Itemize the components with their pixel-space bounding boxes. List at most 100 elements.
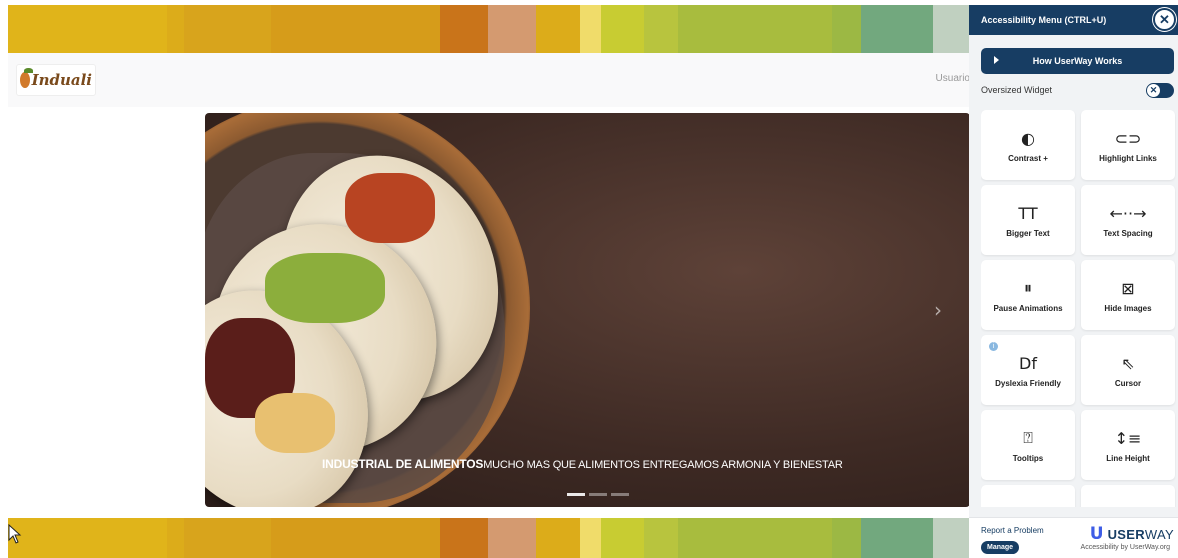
tile-pause-animations[interactable]: ⏸ Pause Animations — [981, 260, 1075, 330]
tile-hide-images[interactable]: ⊠ Hide Images — [1081, 260, 1175, 330]
pause-icon: ⏸ — [1023, 278, 1032, 297]
tile-label: Contrast + — [1008, 154, 1048, 163]
saturation-icon: ▲ — [1122, 507, 1134, 508]
tile-text-spacing[interactable]: ←··→ Text Spacing — [1081, 185, 1175, 255]
slider-next-icon[interactable]: › — [934, 298, 942, 322]
brand-light: WAY — [1144, 526, 1174, 542]
user-link[interactable]: Usuario — [936, 73, 970, 84]
stripe-segment — [579, 518, 601, 558]
hero-caption: INDUSTRIAL DE ALIMENTOSMUCHO MAS QUE ALI… — [322, 457, 843, 471]
stripe-segment — [439, 5, 489, 53]
dyslexia-icon: Df — [1019, 353, 1037, 373]
slider-dot[interactable] — [611, 493, 629, 496]
tile-label: Text Spacing — [1103, 229, 1153, 238]
stripe-segment — [644, 5, 678, 53]
stripe-segment — [536, 5, 580, 53]
stripe-segment — [861, 518, 934, 558]
play-icon — [994, 56, 999, 64]
stripe-segment — [832, 518, 862, 558]
stripe-segment — [184, 5, 272, 53]
stripe-segment — [861, 5, 934, 53]
stripe-segment — [644, 518, 678, 558]
manage-button[interactable]: Manage — [981, 541, 1020, 554]
link-icon: ⊂⊃ — [1114, 128, 1142, 148]
stripe-segment — [167, 518, 185, 558]
fruit-logo-icon — [20, 68, 33, 88]
stripe-segment — [832, 5, 862, 53]
tile-contrast[interactable]: ◐ Contrast + — [981, 110, 1075, 180]
tile-label: Line Height — [1106, 454, 1150, 463]
feature-grid: ◐ Contrast + ⊂⊃ Highlight Links TT Bigger Tex… — [981, 110, 1176, 507]
stripe-segment — [271, 518, 440, 558]
stripe-segment — [488, 5, 537, 53]
userway-brand: USERWAY — [1108, 527, 1174, 542]
mouse-cursor-icon — [8, 524, 22, 544]
stripe-segment — [579, 5, 601, 53]
caption-text: MUCHO MAS QUE ALIMENTOS ENTREGAMOS ARMON… — [483, 459, 843, 471]
hero-slider: › INDUSTRIAL DE ALIMENTOSMUCHO MAS QUE A… — [205, 113, 970, 507]
tile-label: Bigger Text — [1006, 229, 1050, 238]
brand-bold: USER — [1107, 526, 1145, 542]
slider-dot[interactable] — [589, 493, 607, 496]
info-icon[interactable]: i — [989, 342, 998, 351]
caption-title: INDUSTRIAL DE ALIMENTOS — [322, 457, 484, 471]
slider-dots — [567, 493, 629, 496]
tile-dyslexia-friendly[interactable]: i Df Dyslexia Friendly — [981, 335, 1075, 405]
how-button-label: How UserWay Works — [1032, 56, 1123, 66]
contrast-icon: ◐ — [1021, 128, 1035, 148]
site-header: Induali Usuario — [8, 53, 970, 107]
stripe-segment — [439, 518, 489, 558]
toggle-off-icon: ✕ — [1147, 83, 1160, 97]
filling-image — [255, 393, 335, 453]
report-problem-link[interactable]: Report a Problem — [981, 526, 1044, 535]
logo-text: Induali — [31, 71, 92, 89]
userway-tagline: Accessibility by UserWay.org — [1080, 544, 1170, 551]
stripe-segment — [167, 5, 185, 53]
userway-logo[interactable]: U USERWAY — [1090, 524, 1174, 544]
tile-cursor[interactable]: ⇖ Cursor — [1081, 335, 1175, 405]
oversized-widget-label: Oversized Widget — [981, 85, 1053, 95]
close-icon[interactable]: ✕ — [1153, 8, 1176, 31]
tile-label: Highlight Links — [1099, 154, 1157, 163]
stripe-segment — [8, 518, 168, 558]
slider-dot[interactable] — [567, 493, 585, 496]
stripe-segment — [600, 5, 645, 53]
text-spacing-icon: ←··→ — [1109, 203, 1147, 223]
stripe-segment — [271, 5, 440, 53]
how-userway-works-button[interactable]: How UserWay Works — [981, 48, 1174, 74]
stripe-segment — [488, 518, 537, 558]
tile-label: Tooltips — [1012, 454, 1044, 463]
tile-label: Dyslexia Friendly — [995, 379, 1061, 388]
stripe-segment — [677, 5, 833, 53]
oversized-widget-row: Oversized Widget ✕ — [969, 82, 1178, 98]
tile-label: Pause Animations — [993, 304, 1063, 313]
tooltip-icon: ⍰ — [1023, 428, 1033, 447]
stripe-segment — [600, 518, 645, 558]
line-height-icon: ↕≡ — [1114, 428, 1142, 448]
accessibility-panel: Accessibility Menu (CTRL+U) ✕ How UserWa… — [969, 5, 1178, 558]
panel-footer: Report a Problem Manage U USERWAY Access… — [969, 517, 1178, 558]
site-logo[interactable]: Induali — [16, 64, 96, 96]
tile-saturation[interactable]: ▲ — [1081, 485, 1175, 507]
panel-header: Accessibility Menu (CTRL+U) ✕ — [969, 5, 1178, 35]
tile-line-height[interactable]: ↕≡ Line Height — [1081, 410, 1175, 480]
oversized-widget-toggle[interactable]: ✕ — [1146, 82, 1174, 98]
tile-tooltips[interactable]: ⍰ Tooltips — [981, 410, 1075, 480]
bottom-color-stripe — [8, 518, 970, 558]
cursor-icon: ⇖ — [1121, 353, 1135, 373]
stripe-segment — [933, 518, 970, 558]
align-icon: ═ — [1023, 507, 1033, 508]
stripe-segment — [933, 5, 970, 53]
panel-title: Accessibility Menu (CTRL+U) — [981, 15, 1107, 25]
text-size-icon: TT — [1018, 203, 1038, 223]
hide-image-icon: ⊠ — [1121, 278, 1135, 298]
stripe-segment — [536, 518, 580, 558]
tile-bigger-text[interactable]: TT Bigger Text — [981, 185, 1075, 255]
top-color-stripe — [8, 5, 970, 53]
tile-highlight-links[interactable]: ⊂⊃ Highlight Links — [1081, 110, 1175, 180]
userway-u-icon: U — [1089, 524, 1104, 544]
tile-align[interactable]: ═ — [981, 485, 1075, 507]
tile-label: Cursor — [1114, 379, 1142, 388]
page: Induali Usuario › INDUSTRIAL DE ALIMENTO… — [0, 0, 1178, 558]
stripe-segment — [8, 5, 168, 53]
